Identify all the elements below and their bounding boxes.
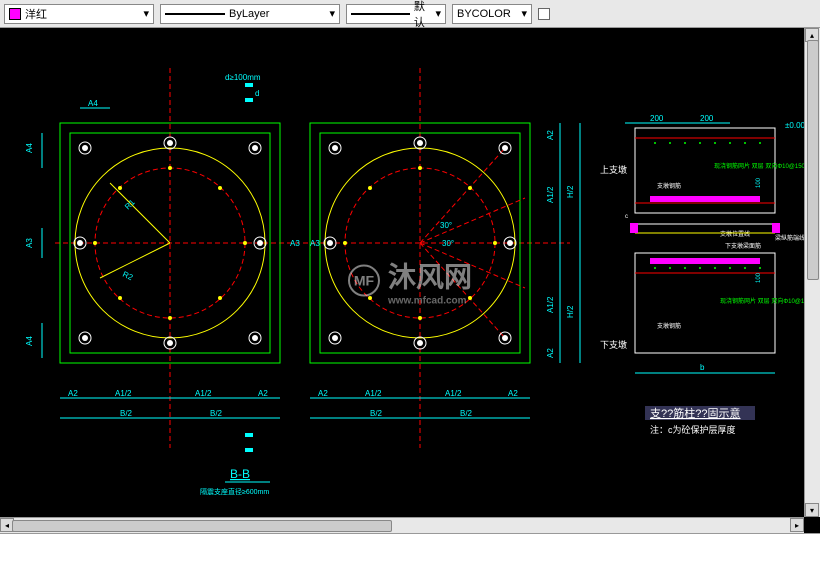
line-preview-icon [165, 13, 225, 15]
dim-200b: 200 [700, 114, 714, 123]
rebar-u: 现浇钢筋网片 双层 双向Φ10@150 [714, 162, 806, 170]
radius-r1 [110, 183, 170, 243]
upper-label: 上支墩 [600, 164, 627, 175]
radial-3 [420, 243, 525, 288]
d100a: 100 [756, 177, 762, 188]
dim-a4-l: A4 [25, 143, 34, 153]
sup-pos: 支墩位置线 [720, 230, 750, 238]
d100b: 100 [756, 272, 762, 283]
dim-a12-r1: A1/2 [365, 389, 382, 398]
drawing-canvas[interactable]: d≥100mm d A4 A4 A3 A4 A2 A1/2 A1/2 A2 B/… [0, 28, 820, 533]
angle-30a: 30° [440, 221, 452, 230]
dim-b2-r2: B/2 [460, 409, 473, 418]
lower-beam: 下支墩梁面筋 [725, 242, 761, 250]
label-r1: R1 [123, 197, 137, 211]
lower-pier-detail: 下支墩 现浇钢筋网片 双层 双向Φ10@150 支墩钢筋 100 b [600, 253, 812, 373]
label-r2: R2 [121, 270, 135, 283]
note-title: 支??筋柱??固示意 [650, 406, 740, 420]
elev: ±0.00 [785, 121, 806, 130]
scroll-down-icon[interactable]: ▾ [805, 503, 819, 517]
properties-toolbar: 洋红 ▾ ByLayer ▾ 默认 ▾ BYCOLOR ▾ [0, 0, 820, 28]
lineweight-dropdown[interactable]: 默认 ▾ [346, 4, 446, 24]
dim-a2-r1: A2 [318, 389, 328, 398]
dim-200a: 200 [650, 114, 664, 123]
command-line[interactable] [0, 533, 820, 561]
dim-b2-1: B/2 [120, 409, 133, 418]
color-label: 洋红 [25, 6, 47, 22]
lower-plate-icon [650, 258, 760, 264]
tool-swatch-icon[interactable] [538, 8, 550, 20]
dim-a12-v2: A1/2 [546, 296, 555, 313]
dim-a12-2: A1/2 [195, 389, 212, 398]
radial-1 [420, 148, 505, 243]
sup-steel-l: 支墩钢筋 [657, 322, 681, 330]
dim-h2-1: H/2 [566, 185, 575, 198]
dim-d100: d≥100mm [225, 73, 261, 82]
section-note: 隔震支座直径≥600mm [200, 487, 269, 496]
dim-a2-b2: A2 [258, 389, 268, 398]
radial-4 [420, 243, 505, 338]
dim-a4-bl: A4 [25, 336, 34, 346]
linetype-label: 默认 [414, 0, 436, 30]
chevron-down-icon: ▾ [329, 7, 335, 20]
scrollbar-vertical[interactable]: ▴ ▾ [804, 28, 820, 517]
dim-a12-1: A1/2 [115, 389, 132, 398]
bycolor-label: BYCOLOR [457, 8, 511, 20]
note-text: 注：c为砼保护层厚度 [650, 424, 736, 435]
plotstyle-dropdown[interactable]: BYCOLOR ▾ [452, 4, 532, 24]
dim-a12-r2: A1/2 [445, 389, 462, 398]
dim-a12-v1: A1/2 [546, 186, 555, 203]
section-bb: B-B [230, 467, 250, 481]
cad-drawing: d≥100mm d A4 A4 A3 A4 A2 A1/2 A1/2 A2 B/… [0, 28, 820, 533]
rebar-l: 现浇钢筋网片 双层 双向Φ10@150 [720, 297, 812, 305]
sup-steel-u: 支墩钢筋 [657, 182, 681, 190]
upper-plate-icon [650, 196, 760, 202]
chevron-down-icon: ▾ [143, 7, 149, 20]
chevron-down-icon: ▾ [435, 7, 441, 20]
dim-a4-tl: A4 [88, 99, 98, 108]
dim-a2-b1: A2 [68, 389, 78, 398]
dim-a2-v2: A2 [546, 348, 555, 358]
radius-r2 [100, 243, 170, 278]
radial-2 [420, 198, 525, 243]
dim-b2-2: B/2 [210, 409, 223, 418]
layer-label: ByLayer [229, 8, 269, 20]
lower-label: 下支墩 [600, 339, 627, 350]
scrollbar-horizontal[interactable]: ◂ ▸ [0, 517, 804, 533]
dim-a3-mid1: A3 [290, 239, 300, 248]
section-cut-icon [245, 433, 253, 437]
dim-d: d [255, 89, 259, 98]
dim-a3-mid2: A3 [310, 239, 320, 248]
dim-a2-v1: A2 [546, 130, 555, 140]
line-preview-icon [351, 13, 410, 15]
dim-b2-r1: B/2 [370, 409, 383, 418]
beam-line: 梁纵筋端线 [775, 234, 805, 242]
dim-a3-l: A3 [25, 238, 34, 248]
scroll-right-icon[interactable]: ▸ [790, 518, 804, 532]
dim-h2-2: H/2 [566, 305, 575, 318]
scroll-thumb-v[interactable] [807, 40, 819, 280]
color-dropdown[interactable]: 洋红 ▾ [4, 4, 154, 24]
linetype-dropdown[interactable]: ByLayer ▾ [160, 4, 340, 24]
dim-a2-r2: A2 [508, 389, 518, 398]
scroll-thumb-h[interactable] [12, 520, 392, 532]
color-swatch-icon [9, 8, 21, 20]
chevron-down-icon: ▾ [521, 7, 527, 20]
b-label: b [700, 363, 705, 372]
angle-30b: 30° [442, 239, 454, 248]
c-label: c [625, 214, 628, 220]
